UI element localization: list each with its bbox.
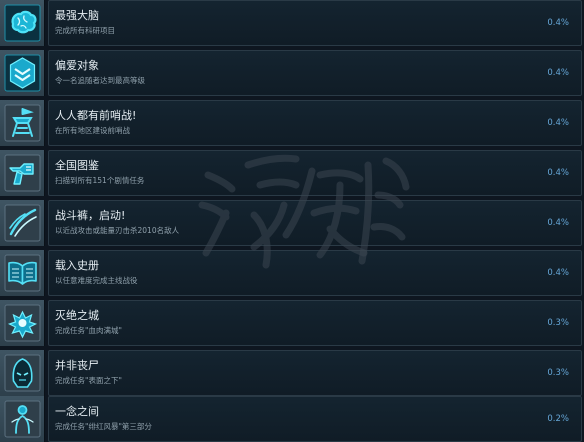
rank-chevron-icon bbox=[4, 54, 41, 92]
achievement-panel: 人人都有前哨战! 在所有地区建设前哨战 0.4% bbox=[48, 100, 582, 146]
achievement-panel: 战斗裤，启动! 以近战攻击或能量刃击杀2010名敌人 0.4% bbox=[48, 200, 582, 246]
achievement-description: 完成任务"绯红风暴"第三部分 bbox=[55, 422, 152, 431]
achievement-row[interactable]: 一念之间 完成任务"绯红风暴"第三部分 0.2% bbox=[0, 396, 584, 442]
achievement-icon-frame bbox=[0, 300, 45, 346]
achievement-title: 灭绝之城 bbox=[55, 309, 99, 322]
achievement-row[interactable]: 偏爱对象 令一名追随者达到最高等级 0.4% bbox=[0, 50, 584, 96]
achievement-row[interactable]: 人人都有前哨战! 在所有地区建设前哨战 0.4% bbox=[0, 100, 584, 146]
achievement-icon-frame bbox=[0, 350, 45, 396]
achievement-title: 偏爱对象 bbox=[55, 59, 99, 72]
figure-silhouette-icon bbox=[4, 400, 41, 438]
achievement-icon-frame bbox=[0, 50, 45, 96]
achievement-unlock-percent: 0.4% bbox=[547, 18, 569, 28]
achievement-title: 战斗裤，启动! bbox=[55, 209, 126, 222]
achievement-icon-frame bbox=[0, 150, 45, 196]
achievement-unlock-percent: 0.3% bbox=[547, 368, 569, 378]
achievement-icon-frame bbox=[0, 100, 45, 146]
achievement-description: 以任意难度完成主线战役 bbox=[55, 276, 138, 285]
achievement-row[interactable]: 最强大脑 完成所有科研项目 0.4% bbox=[0, 0, 584, 46]
achievement-description: 令一名追随者达到最高等级 bbox=[55, 76, 145, 85]
achievement-row[interactable]: 全国图鉴 扫描到所有151个剧情任务 0.4% bbox=[0, 150, 584, 196]
achievement-panel: 偏爱对象 令一名追随者达到最高等级 0.4% bbox=[48, 50, 582, 96]
achievement-unlock-percent: 0.4% bbox=[547, 268, 569, 278]
achievement-row[interactable]: 灭绝之城 完成任务"血肉满城" 0.3% bbox=[0, 300, 584, 346]
achievement-row[interactable]: 并非丧尸 完成任务"表面之下" 0.3% bbox=[0, 350, 584, 396]
achievement-description: 扫描到所有151个剧情任务 bbox=[55, 176, 145, 185]
achievement-panel: 全国图鉴 扫描到所有151个剧情任务 0.4% bbox=[48, 150, 582, 196]
achievement-title: 一念之间 bbox=[55, 405, 99, 418]
achievement-row[interactable]: 战斗裤，启动! 以近战攻击或能量刃击杀2010名敌人 0.4% bbox=[0, 200, 584, 246]
achievement-title: 并非丧尸 bbox=[55, 359, 99, 372]
achievement-unlock-percent: 0.4% bbox=[547, 68, 569, 78]
achievement-unlock-percent: 0.4% bbox=[547, 118, 569, 128]
blade-slash-icon bbox=[4, 204, 41, 242]
achievement-icon-frame bbox=[0, 250, 45, 296]
achievement-description: 在所有地区建设前哨战 bbox=[55, 126, 130, 135]
achievement-unlock-percent: 0.4% bbox=[547, 168, 569, 178]
achievement-panel: 载入史册 以任意难度完成主线战役 0.4% bbox=[48, 250, 582, 296]
achievement-description: 完成任务"血肉满城" bbox=[55, 326, 122, 335]
achievement-unlock-percent: 0.4% bbox=[547, 218, 569, 228]
outpost-tower-icon bbox=[4, 104, 41, 142]
scanner-icon bbox=[4, 154, 41, 192]
achievement-description: 以近战攻击或能量刃击杀2010名敌人 bbox=[55, 226, 180, 235]
achievement-unlock-percent: 0.3% bbox=[547, 318, 569, 328]
achievement-icon-frame bbox=[0, 200, 45, 246]
achievement-title: 最强大脑 bbox=[55, 9, 99, 22]
achievement-panel: 并非丧尸 完成任务"表面之下" 0.3% bbox=[48, 350, 582, 396]
hooded-alien-icon bbox=[4, 354, 41, 392]
achievement-panel: 最强大脑 完成所有科研项目 0.4% bbox=[48, 0, 582, 46]
splatter-icon bbox=[4, 304, 41, 342]
achievement-row[interactable]: 载入史册 以任意难度完成主线战役 0.4% bbox=[0, 250, 584, 296]
achievement-icon-frame bbox=[0, 0, 45, 46]
achievement-title: 载入史册 bbox=[55, 259, 99, 272]
achievement-title: 全国图鉴 bbox=[55, 159, 99, 172]
achievement-unlock-percent: 0.2% bbox=[547, 414, 569, 424]
achievement-icon-frame bbox=[0, 396, 45, 442]
achievement-panel: 灭绝之城 完成任务"血肉满城" 0.3% bbox=[48, 300, 582, 346]
achievement-panel: 一念之间 完成任务"绯红风暴"第三部分 0.2% bbox=[48, 396, 582, 442]
achievement-title: 人人都有前哨战! bbox=[55, 109, 137, 122]
open-book-icon bbox=[4, 254, 41, 292]
brain-icon bbox=[4, 4, 41, 42]
achievement-description: 完成所有科研项目 bbox=[55, 26, 115, 35]
achievement-list: 最强大脑 完成所有科研项目 0.4% 偏爱对象 令一名追随者达到最高等级 0.4… bbox=[0, 0, 584, 442]
achievement-description: 完成任务"表面之下" bbox=[55, 376, 122, 385]
